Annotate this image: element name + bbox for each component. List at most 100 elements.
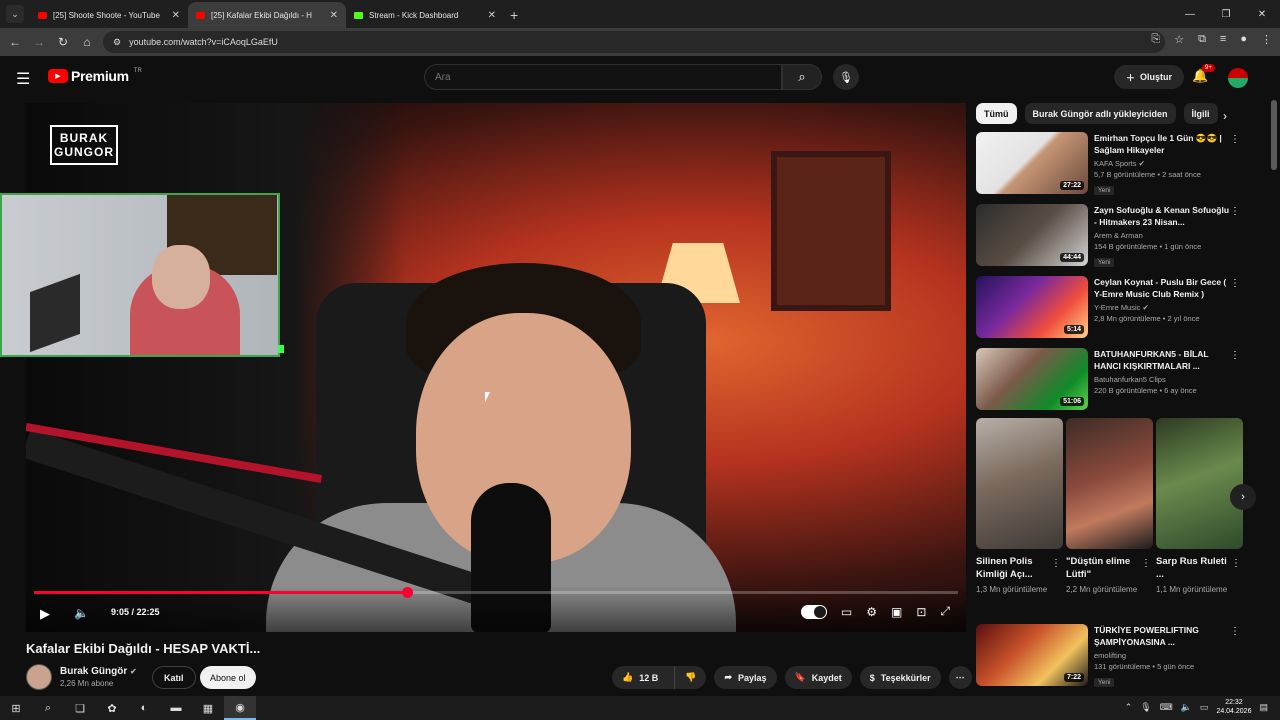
miniplayer-icon[interactable]: ▣	[891, 605, 902, 619]
video-player[interactable]: BURAK GUNGOR	[26, 103, 966, 632]
shorts-next-button[interactable]: ›	[1230, 484, 1256, 510]
extensions-icon[interactable]: ⧉	[1198, 33, 1206, 46]
mic-tray-icon[interactable]: 🎙	[1140, 702, 1151, 713]
fullscreen-icon[interactable]: ⤢	[940, 604, 950, 619]
facecam-overlay[interactable]	[0, 193, 280, 357]
subscribe-button[interactable]: Abone ol	[200, 666, 256, 689]
speaker-icon[interactable]: 🔈	[1181, 702, 1192, 713]
rec-channel[interactable]: emolifting	[1094, 651, 1234, 660]
short-thumbnail[interactable]	[976, 418, 1063, 549]
scrubber-handle[interactable]	[402, 587, 414, 598]
rec-title[interactable]: BATUHANFURKAN5 - BİLAL HANCI KIŞKIRTMALA…	[1094, 348, 1234, 372]
address-bar[interactable]: ⚙ youtube.com/watch?v=iCAoqLGaEfU	[103, 31, 1165, 53]
short-item[interactable]: Silinen Polis Kimliği Açı... 1,3 Mn görü…	[976, 418, 1063, 595]
short-title[interactable]: Sarp Rus Ruleti ...	[1156, 555, 1228, 581]
search-icon[interactable]: ⌕	[32, 696, 64, 720]
browser-menu-icon[interactable]: ⋮	[1261, 33, 1272, 46]
short-thumbnail[interactable]	[1066, 418, 1153, 549]
store-icon[interactable]: ▦	[192, 696, 224, 720]
more-actions-button[interactable]: ⋯	[948, 666, 972, 689]
search-button[interactable]: ⌕	[782, 64, 822, 90]
rec-channel[interactable]: Arem & Arman	[1094, 231, 1234, 240]
chip-related[interactable]: İlgili	[1183, 103, 1218, 124]
channel-name[interactable]: Burak Güngör	[60, 666, 127, 677]
start-icon[interactable]: ⊞	[0, 696, 32, 720]
list-item[interactable]: 7:22 TÜRKİYE POWERLIFTING ŞAMPİYONASINA …	[976, 624, 1244, 696]
page-scrollbar[interactable]	[1270, 100, 1278, 700]
rec-channel[interactable]: Batuhanfurkan5 Clips	[1094, 375, 1234, 384]
video-thumbnail[interactable]: 44:44	[976, 204, 1088, 266]
video-thumbnail[interactable]: 7:22	[976, 624, 1088, 686]
scrollbar-thumb[interactable]	[1271, 100, 1277, 170]
notifications-button[interactable]: 🔔 9+	[1192, 64, 1215, 84]
youtube-logo[interactable]: ▶ Premium TR	[48, 68, 142, 84]
short-item[interactable]: Sarp Rus Ruleti ... 1,1 Mn görüntüleme ⋮	[1156, 418, 1243, 595]
close-icon[interactable]: ✕	[330, 10, 338, 21]
video-thumbnail[interactable]: 27:22	[976, 132, 1088, 194]
tray-expand-icon[interactable]: ⌃	[1125, 702, 1133, 713]
list-item[interactable]: 51:06 BATUHANFURKAN5 - BİLAL HANCI KIŞKI…	[976, 348, 1244, 420]
copilot-icon[interactable]: ✿	[96, 696, 128, 720]
thanks-button[interactable]: $ Teşekkürler	[859, 666, 941, 689]
create-button[interactable]: ＋ Oluştur	[1114, 65, 1185, 89]
rec-title[interactable]: Emirhan Topçu İle 1 Gün 😎😎 | Sağlam Hika…	[1094, 132, 1234, 156]
clock[interactable]: 22:32 24.04.2026	[1216, 698, 1251, 716]
share-button[interactable]: ➦ Paylaş	[714, 666, 777, 689]
menu-icon[interactable]: ☰	[16, 69, 30, 89]
install-icon[interactable]: ⎘	[1151, 33, 1160, 46]
kebab-menu-icon[interactable]: ⋮	[1141, 558, 1151, 569]
list-item[interactable]: 27:22 Emirhan Topçu İle 1 Gün 😎😎 | Sağla…	[976, 132, 1244, 204]
dislike-button[interactable]: 👎	[674, 666, 706, 689]
bookmark-star-icon[interactable]: ☆	[1174, 33, 1184, 46]
settings-gear-icon[interactable]: ⚙	[866, 605, 877, 619]
profile-icon[interactable]: ●	[1240, 33, 1247, 46]
kebab-menu-icon[interactable]: ⋮	[1230, 134, 1240, 145]
like-button[interactable]: 👍 12 B	[612, 666, 668, 689]
edge-icon[interactable]: ◐	[128, 696, 160, 720]
short-title[interactable]: "Düştün elime Lütfi"	[1066, 555, 1138, 581]
channel-avatar[interactable]	[26, 664, 52, 690]
chip-uploader[interactable]: Burak Güngör adlı yükleyiciden	[1024, 103, 1176, 124]
forward-icon[interactable]: →	[27, 35, 51, 49]
list-item[interactable]: 44:44 Zayn Sofuoğlu & Kenan Sofuoğlu - H…	[976, 204, 1244, 276]
tab-search-button[interactable]: ⌄	[6, 5, 24, 23]
short-title[interactable]: Silinen Polis Kimliği Açı...	[976, 555, 1048, 581]
list-item[interactable]: 5:14 Ceylan Koynat - Puslu Bir Gece ( Y-…	[976, 276, 1244, 348]
browser-tab[interactable]: Stream - Kick Dashboard ✕	[346, 2, 504, 28]
join-button[interactable]: Katıl	[152, 666, 196, 689]
network-icon[interactable]: ⌨	[1160, 702, 1173, 713]
chevron-right-icon[interactable]: ›	[1223, 109, 1227, 123]
cast-icon[interactable]: ⊡	[916, 605, 926, 619]
chip-all[interactable]: Tümü	[976, 103, 1017, 124]
site-info-icon[interactable]: ⚙	[113, 37, 121, 48]
chrome-icon[interactable]: ◉	[224, 696, 256, 720]
minimize-icon[interactable]: —	[1172, 0, 1208, 28]
autoplay-toggle[interactable]	[800, 604, 827, 619]
rec-channel[interactable]: KAFA Sports	[1094, 159, 1137, 168]
resize-handle[interactable]	[278, 345, 284, 353]
notifications-tray-icon[interactable]: ▤	[1259, 702, 1268, 713]
search-input[interactable]	[435, 71, 781, 83]
volume-icon[interactable]: 🔈	[74, 606, 89, 620]
progress-bar[interactable]	[34, 587, 958, 598]
browser-tab-active[interactable]: [25] Kafalar Ekibi Dağıldı - H ✕	[188, 2, 346, 28]
short-thumbnail[interactable]	[1156, 418, 1243, 549]
rec-title[interactable]: Zayn Sofuoğlu & Kenan Sofuoğlu - Hitmake…	[1094, 204, 1234, 228]
short-item[interactable]: "Düştün elime Lütfi" 2,2 Mn görüntüleme …	[1066, 418, 1153, 595]
voice-search-button[interactable]: 🎙	[833, 64, 859, 90]
back-icon[interactable]: ←	[3, 35, 27, 49]
rec-title[interactable]: Ceylan Koynat - Puslu Bir Gece ( Y-Emre …	[1094, 276, 1234, 300]
file-explorer-icon[interactable]: ▬	[160, 696, 192, 720]
video-thumbnail[interactable]: 51:06	[976, 348, 1088, 410]
kebab-menu-icon[interactable]: ⋮	[1230, 626, 1240, 637]
save-button[interactable]: 🔖 Kaydet	[784, 666, 852, 689]
kebab-menu-icon[interactable]: ⋮	[1230, 278, 1240, 289]
kebab-menu-icon[interactable]: ⋮	[1230, 206, 1240, 217]
rec-channel[interactable]: Y-Emre Music	[1094, 303, 1140, 312]
media-icon[interactable]: ≡	[1220, 33, 1226, 46]
subtitles-icon[interactable]: ▭	[841, 605, 852, 619]
task-view-icon[interactable]: ❏	[64, 696, 96, 720]
kebab-menu-icon[interactable]: ⋮	[1051, 558, 1061, 569]
kebab-menu-icon[interactable]: ⋮	[1231, 558, 1241, 569]
account-avatar[interactable]	[1228, 68, 1248, 88]
